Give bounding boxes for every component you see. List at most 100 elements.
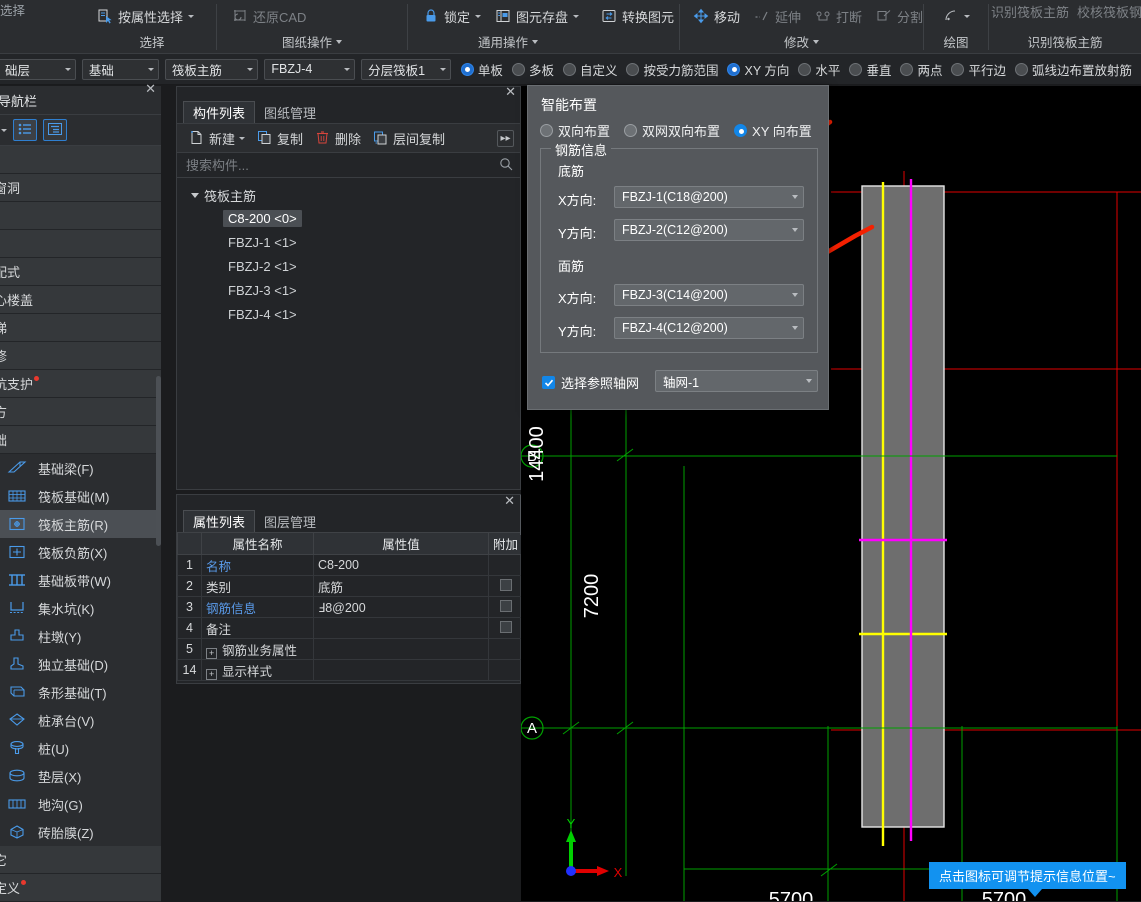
sidebar-item-raft-negative-rebar[interactable]: 筏板负筋(X)	[0, 538, 161, 566]
table-row[interactable]: 14 + 显示样式	[177, 659, 523, 681]
chevron-down-icon[interactable]	[792, 326, 798, 330]
attach-checkbox[interactable]	[499, 620, 512, 633]
element-save-button[interactable]: 图元存盘	[490, 5, 584, 28]
property-value[interactable]	[313, 617, 489, 639]
chevron-down-icon[interactable]	[964, 14, 970, 18]
nav-category-definition[interactable]: 定义	[0, 874, 161, 902]
property-value[interactable]: Ⅎ8@200	[313, 596, 489, 618]
chevron-down-icon[interactable]	[336, 39, 342, 44]
component-combo[interactable]: FBZJ-4	[264, 58, 356, 80]
tab-property-list[interactable]: 属性列表	[183, 510, 256, 532]
nav-category[interactable]: 方	[0, 398, 161, 426]
split-button[interactable]: 分割	[871, 5, 928, 28]
radio-parallel-edge[interactable]: 平行边	[951, 60, 1006, 79]
tab-layer-management[interactable]: 图层管理	[255, 510, 325, 532]
chevron-down-icon[interactable]	[239, 136, 246, 140]
navigator-scrollbar[interactable]	[156, 376, 161, 546]
sidebar-item-raft-foundation[interactable]: 筏板基础(M)	[0, 482, 161, 510]
new-component-button[interactable]: 新建	[184, 127, 250, 150]
recognize-raft-main-rebar-button[interactable]: 识别筏板主筋	[989, 2, 1071, 21]
search-input[interactable]	[184, 156, 499, 174]
radio-bidirectional-layout[interactable]: 双向布置	[540, 121, 610, 140]
radio-double-mesh-bidirectional-layout[interactable]: 双网双向布置	[624, 121, 720, 140]
table-row[interactable]: 1 名称 C8-200	[177, 554, 523, 576]
tree-view-button[interactable]	[43, 119, 67, 141]
sidebar-item-trench[interactable]: 地沟(G)	[0, 790, 161, 818]
list-item[interactable]: FBZJ-2 <1>	[177, 254, 520, 278]
arc-draw-button[interactable]	[938, 6, 975, 26]
lock-button[interactable]: 锁定	[418, 5, 486, 28]
search-icon[interactable]	[499, 157, 513, 174]
sidebar-item-pile-cap[interactable]: 桩承台(V)	[0, 706, 161, 734]
nav-category-other[interactable]: 它	[0, 846, 161, 874]
reference-axis-combo[interactable]: 轴网-1	[655, 370, 818, 392]
attach-checkbox[interactable]	[499, 599, 512, 612]
bottom-x-direction-combo[interactable]: FBZJ-1(C18@200)	[614, 186, 804, 208]
chevron-down-icon[interactable]	[191, 192, 199, 198]
table-row[interactable]: 3 钢筋信息 Ⅎ8@200	[177, 596, 523, 618]
radio-single-slab[interactable]: 单板	[460, 60, 503, 79]
hint-tooltip[interactable]: 点击图标可调节提示信息位置~	[929, 862, 1126, 889]
property-value[interactable]: 底筋	[313, 575, 489, 597]
reference-axis-checkbox[interactable]: 选择参照轴网	[542, 373, 639, 392]
sidebar-item-isolated-foundation[interactable]: 独立基础(D)	[0, 650, 161, 678]
chevron-down-icon[interactable]	[813, 39, 819, 44]
nav-category-excavation-support[interactable]: 坑支护	[0, 370, 161, 398]
sidebar-item-strip-foundation[interactable]: 条形基础(T)	[0, 678, 161, 706]
sidebar-item-column-pier[interactable]: 柱墩(Y)	[0, 622, 161, 650]
collapse-panel-button[interactable]: ▸▸	[497, 130, 514, 147]
radio-multi-slab[interactable]: 多板	[511, 60, 554, 79]
attach-checkbox[interactable]	[499, 578, 512, 591]
element-type-combo[interactable]: 筏板主筋	[164, 58, 259, 80]
radio-arc-radial-rebar[interactable]: 弧线边布置放射筋	[1014, 60, 1132, 79]
list-item[interactable]: FBZJ-4 <1>	[177, 302, 520, 326]
delete-component-button[interactable]: 删除	[310, 127, 366, 150]
top-y-direction-combo[interactable]: FBZJ-4(C12@200)	[614, 317, 804, 339]
chevron-down-icon[interactable]	[64, 67, 71, 71]
radio-two-point[interactable]: 两点	[900, 60, 942, 79]
property-value[interactable]: C8-200	[313, 554, 489, 576]
table-row[interactable]: 2 类别 底筋	[177, 575, 523, 597]
expand-icon[interactable]: +	[206, 668, 217, 680]
nav-category[interactable]: 梯	[0, 314, 161, 342]
chevron-down-icon[interactable]	[344, 67, 351, 71]
chevron-down-icon[interactable]	[475, 14, 482, 18]
nav-category-foundation[interactable]: 础	[0, 426, 161, 454]
layered-raft-combo[interactable]: 分层筏板1	[361, 58, 451, 80]
sidebar-item-raft-main-rebar[interactable]: 筏板主筋(R)	[0, 510, 161, 538]
list-item[interactable]: FBZJ-1 <1>	[177, 230, 520, 254]
radio-xy-direction[interactable]: XY 方向	[727, 60, 789, 79]
nav-category[interactable]	[0, 146, 161, 174]
radio-custom[interactable]: 自定义	[562, 60, 617, 79]
radio-xy-layout[interactable]: XY 向布置	[734, 121, 812, 140]
table-row[interactable]: 5 + 钢筋业务属性	[177, 638, 523, 660]
sidebar-item-pile[interactable]: 桩(U)	[0, 734, 161, 762]
restore-cad-button[interactable]: 还原CAD	[227, 5, 311, 28]
extend-button[interactable]: 延伸	[749, 5, 806, 28]
close-icon[interactable]: ✕	[505, 84, 516, 100]
sidebar-item-foundation-strip[interactable]: 基础板带(W)	[0, 566, 161, 594]
copy-between-floors-button[interactable]: 层间复制	[368, 127, 450, 150]
nav-category[interactable]	[0, 230, 161, 258]
nav-category[interactable]: 修	[0, 342, 161, 370]
chevron-down-icon[interactable]	[147, 67, 154, 71]
chevron-down-icon[interactable]	[792, 293, 798, 297]
break-button[interactable]: 打断	[810, 5, 867, 28]
nav-category[interactable]: 心楼盖	[0, 286, 161, 314]
sidebar-item-cushion[interactable]: 垫层(X)	[0, 762, 161, 790]
top-x-direction-combo[interactable]: FBZJ-3(C14@200)	[614, 284, 804, 306]
sidebar-item-brick-formwork[interactable]: 砖胎膜(Z)	[0, 818, 161, 846]
nav-category[interactable]: 窗洞	[0, 174, 161, 202]
property-name[interactable]: + 显示样式	[201, 659, 314, 681]
chevron-down-icon[interactable]	[188, 14, 195, 18]
chevron-down-icon[interactable]	[806, 379, 812, 383]
list-item[interactable]: FBZJ-3 <1>	[177, 278, 520, 302]
chevron-down-icon[interactable]	[573, 14, 580, 18]
radio-horizontal[interactable]: 水平	[798, 60, 840, 79]
bottom-y-direction-combo[interactable]: FBZJ-2(C12@200)	[614, 219, 804, 241]
nav-category[interactable]	[0, 202, 161, 230]
chevron-down-icon[interactable]	[247, 67, 254, 71]
select-by-property-button[interactable]: 按属性选择	[92, 5, 199, 28]
check-raft-rebar-button[interactable]: 校核筏板钢	[1075, 2, 1141, 21]
table-row[interactable]: 4 备注	[177, 617, 523, 639]
